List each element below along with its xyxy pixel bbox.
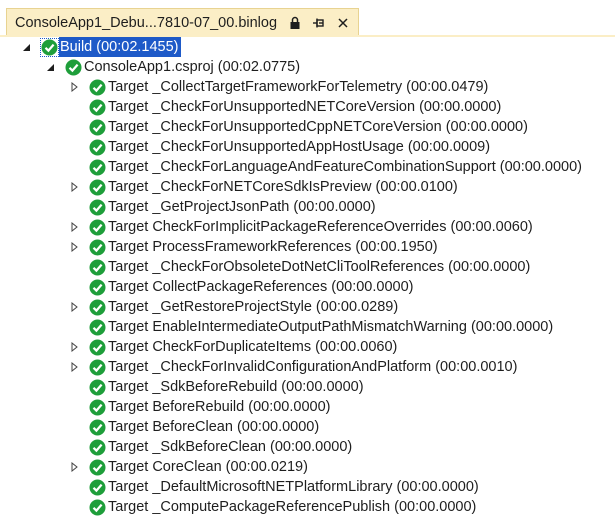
tree-row-target[interactable]: Target CollectPackageReferences (00:00.0… — [0, 277, 615, 297]
collapsed-triangle-icon[interactable] — [68, 357, 80, 377]
tree-node-target-label[interactable]: Target _CheckForUnsupportedCppNETCoreVer… — [108, 117, 528, 137]
success-check-icon — [89, 419, 106, 436]
tree-row-target[interactable]: Target ProcessFrameworkReferences (00:00… — [0, 237, 615, 257]
tree-node-target-label[interactable]: Target _CheckForInvalidConfigurationAndP… — [108, 357, 517, 377]
success-check-icon — [89, 379, 106, 396]
tree-row-project[interactable]: ConsoleApp1.csproj (00:02.0775) — [0, 57, 615, 77]
expanded-triangle-icon[interactable] — [20, 37, 32, 57]
tree-node-target-label[interactable]: Target BeforeRebuild (00:00.0000) — [108, 397, 330, 417]
close-icon[interactable] — [334, 14, 352, 32]
tree-node-target-label[interactable]: Target _CheckForLanguageAndFeatureCombin… — [108, 157, 582, 177]
collapsed-triangle-icon[interactable] — [68, 217, 80, 237]
tree-node-build-label[interactable]: Build (00:02.1455) — [59, 37, 181, 57]
document-tab[interactable]: ConsoleApp1_Debu...7810-07_00.binlog — [6, 8, 359, 36]
tree-node-target-label[interactable]: Target _GetProjectJsonPath (00:00.0000) — [108, 197, 376, 217]
tree-row-target[interactable]: Target _DefaultMicrosoftNETPlatformLibra… — [0, 477, 615, 497]
success-check-icon — [89, 279, 106, 296]
success-check-icon — [89, 119, 106, 136]
tree-node-target-label[interactable]: Target BeforeClean (00:00.0000) — [108, 417, 319, 437]
success-check-icon — [89, 359, 106, 376]
tree-node-target-label[interactable]: Target _DefaultMicrosoftNETPlatformLibra… — [108, 477, 479, 497]
tree-row-target[interactable]: Target _SdkBeforeClean (00:00.0000) — [0, 437, 615, 457]
tree-row-target[interactable]: Target _GetProjectJsonPath (00:00.0000) — [0, 197, 615, 217]
tree-node-target-label[interactable]: Target CoreClean (00:00.0219) — [108, 457, 308, 477]
collapsed-triangle-icon[interactable] — [68, 177, 80, 197]
tree-row-target[interactable]: Target BeforeClean (00:00.0000) — [0, 417, 615, 437]
tree-row-target[interactable]: Target _CheckForNETCoreSdkIsPreview (00:… — [0, 177, 615, 197]
success-check-icon — [89, 459, 106, 476]
success-check-icon — [65, 59, 82, 76]
tree-node-target-label[interactable]: Target _ComputePackageReferencePublish (… — [108, 497, 476, 517]
tree-node-target-label[interactable]: Target _CheckForNETCoreSdkIsPreview (00:… — [108, 177, 458, 197]
success-check-icon — [89, 219, 106, 236]
tree-row-target[interactable]: Target _CheckForUnsupportedNETCoreVersio… — [0, 97, 615, 117]
tree-node-target-label[interactable]: Target _CheckForUnsupportedAppHostUsage … — [108, 137, 490, 157]
tree-row-target[interactable]: Target CheckForImplicitPackageReferenceO… — [0, 217, 615, 237]
tab-title: ConsoleApp1_Debu...7810-07_00.binlog — [7, 15, 277, 31]
collapsed-triangle-icon[interactable] — [68, 337, 80, 357]
lock-icon[interactable] — [286, 14, 304, 32]
success-check-icon — [89, 339, 106, 356]
tree-node-target-label[interactable]: Target CheckForDuplicateItems (00:00.006… — [108, 337, 397, 357]
tree-row-target[interactable]: Target _CheckForLanguageAndFeatureCombin… — [0, 157, 615, 177]
tree-row-target[interactable]: Target EnableIntermediateOutputPathMisma… — [0, 317, 615, 337]
tree-row-target[interactable]: Target _SdkBeforeRebuild (00:00.0000) — [0, 377, 615, 397]
expanded-triangle-icon[interactable] — [44, 57, 56, 77]
tree-node-target-label[interactable]: Target _CheckForUnsupportedNETCoreVersio… — [108, 97, 501, 117]
tree-row-target[interactable]: Target _GetRestoreProjectStyle (00:00.02… — [0, 297, 615, 317]
tree-node-target-label[interactable]: Target _SdkBeforeClean (00:00.0000) — [108, 437, 352, 457]
success-check-icon — [89, 139, 106, 156]
success-check-icon — [89, 259, 106, 276]
tree-node-project-label[interactable]: ConsoleApp1.csproj (00:02.0775) — [84, 57, 300, 77]
collapsed-triangle-icon[interactable] — [68, 457, 80, 477]
success-check-icon — [89, 199, 106, 216]
tree-node-target-label[interactable]: Target CollectPackageReferences (00:00.0… — [108, 277, 413, 297]
tree-row-target[interactable]: Target _CheckForUnsupportedAppHostUsage … — [0, 137, 615, 157]
tree-row-target[interactable]: Target _CollectTargetFrameworkForTelemet… — [0, 77, 615, 97]
tree-node-target-label[interactable]: Target _CollectTargetFrameworkForTelemet… — [108, 77, 488, 97]
collapsed-triangle-icon[interactable] — [68, 77, 80, 97]
tree-row-target[interactable]: Target _CheckForUnsupportedCppNETCoreVer… — [0, 117, 615, 137]
collapsed-triangle-icon[interactable] — [68, 297, 80, 317]
tab-icons — [286, 14, 358, 32]
tree-row-build[interactable]: Build (00:02.1455) — [0, 37, 615, 57]
tree-row-target[interactable]: Target _ComputePackageReferencePublish (… — [0, 497, 615, 517]
tree-node-target-label[interactable]: Target _CheckForObsoleteDotNetCliToolRef… — [108, 257, 530, 277]
success-check-icon — [89, 319, 106, 336]
success-check-icon — [89, 99, 106, 116]
success-check-icon — [89, 479, 106, 496]
tree-row-target[interactable]: Target _CheckForInvalidConfigurationAndP… — [0, 357, 615, 377]
success-check-icon — [89, 239, 106, 256]
tree-row-target[interactable]: Target CheckForDuplicateItems (00:00.006… — [0, 337, 615, 357]
tree-row-target[interactable]: Target CoreClean (00:00.0219) — [0, 457, 615, 477]
success-check-icon — [89, 399, 106, 416]
target-list: Target _CollectTargetFrameworkForTelemet… — [0, 77, 615, 517]
tree-node-target-label[interactable]: Target EnableIntermediateOutputPathMisma… — [108, 317, 553, 337]
tree-node-target-label[interactable]: Target CheckForImplicitPackageReferenceO… — [108, 217, 533, 237]
tree-node-target-label[interactable]: Target _GetRestoreProjectStyle (00:00.02… — [108, 297, 398, 317]
tree-node-target-label[interactable]: Target ProcessFrameworkReferences (00:00… — [108, 237, 438, 257]
tree-row-target[interactable]: Target _CheckForObsoleteDotNetCliToolRef… — [0, 257, 615, 277]
success-check-icon — [89, 179, 106, 196]
build-log-tree[interactable]: Build (00:02.1455) ConsoleApp1.csproj (0… — [0, 37, 615, 518]
tree-node-target-label[interactable]: Target _SdkBeforeRebuild (00:00.0000) — [108, 377, 364, 397]
success-check-icon — [89, 439, 106, 456]
success-check-icon — [89, 299, 106, 316]
success-check-icon — [41, 39, 58, 56]
success-check-icon — [89, 159, 106, 176]
pin-icon[interactable] — [310, 14, 328, 32]
success-check-icon — [89, 79, 106, 96]
tree-row-target[interactable]: Target BeforeRebuild (00:00.0000) — [0, 397, 615, 417]
success-check-icon — [89, 499, 106, 516]
document-tab-bar: ConsoleApp1_Debu...7810-07_00.binlog — [0, 0, 615, 36]
collapsed-triangle-icon[interactable] — [68, 237, 80, 257]
